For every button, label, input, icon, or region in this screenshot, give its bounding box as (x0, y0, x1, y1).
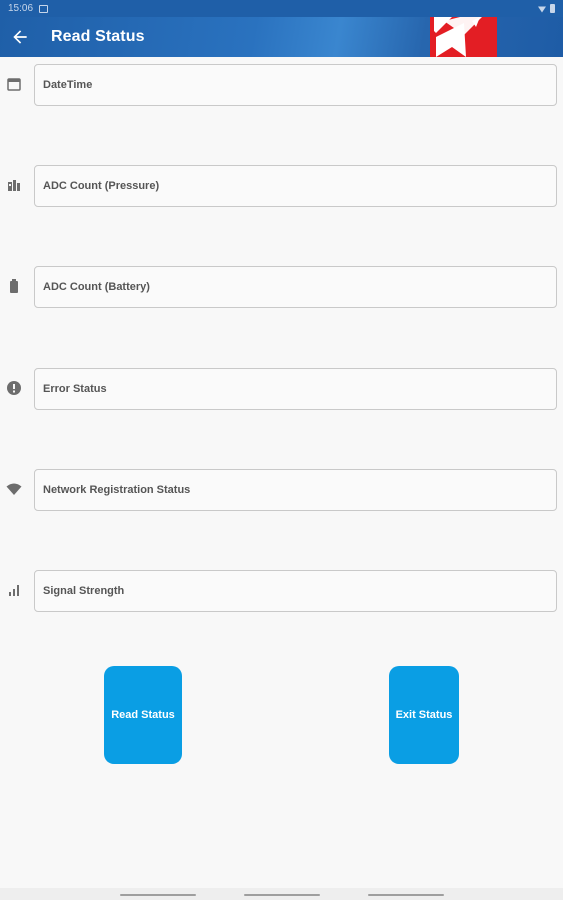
wifi-icon (6, 481, 22, 497)
calendar-icon (6, 76, 22, 92)
pressure-gauge-icon (6, 177, 22, 193)
brand-logo (430, 17, 497, 57)
signal-bars-icon (6, 582, 22, 598)
system-nav-bar (0, 888, 563, 900)
field-row-network-status: Network Registration Status (0, 469, 563, 511)
status-bar-left: 15:06 (8, 3, 49, 14)
datetime-field[interactable]: DateTime (34, 64, 557, 106)
image-notification-icon (39, 4, 49, 13)
error-icon (6, 380, 22, 396)
nav-back-handle[interactable] (368, 894, 444, 896)
battery-icon (6, 278, 22, 294)
field-row-error-status: Error Status (0, 368, 563, 410)
status-bar: 15:06 (0, 0, 563, 17)
app-bar: Read Status (0, 17, 563, 57)
read-status-button[interactable]: Read Status (104, 666, 182, 764)
field-row-adc-battery: ADC Count (Battery) (0, 266, 563, 308)
back-button[interactable] (10, 27, 30, 47)
wifi-status-icon (538, 6, 546, 13)
arrow-left-icon (13, 30, 27, 44)
status-bar-right (538, 4, 555, 13)
status-time: 15:06 (8, 3, 34, 14)
nav-home-handle[interactable] (244, 894, 320, 896)
error-status-field[interactable]: Error Status (34, 368, 557, 410)
signal-strength-field[interactable]: Signal Strength (34, 570, 557, 612)
field-row-signal-strength: Signal Strength (0, 570, 563, 612)
field-row-adc-pressure: ADC Count (Pressure) (0, 165, 563, 207)
adc-pressure-field[interactable]: ADC Count (Pressure) (34, 165, 557, 207)
adc-battery-field[interactable]: ADC Count (Battery) (34, 266, 557, 308)
network-registration-field[interactable]: Network Registration Status (34, 469, 557, 511)
field-row-datetime: DateTime (0, 64, 563, 106)
page-title: Read Status (51, 28, 145, 45)
battery-status-icon (550, 4, 555, 13)
exit-status-button[interactable]: Exit Status (389, 666, 459, 764)
nav-recents-handle[interactable] (120, 894, 196, 896)
